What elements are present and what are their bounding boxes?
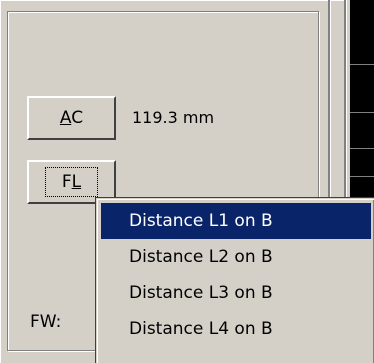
menu-item-distance-l1[interactable]: Distance L1 on B (101, 203, 371, 239)
strip-line (350, 176, 374, 177)
menu-item-distance-l2[interactable]: Distance L2 on B (101, 239, 371, 275)
fw-label: FW: (30, 312, 62, 332)
strip-line (350, 64, 374, 65)
fl-button-label: FL (44, 167, 99, 197)
strip-line (350, 148, 374, 149)
ac-button-label: AC (59, 108, 84, 128)
ac-value: 119.3 mm (132, 108, 215, 127)
strip-line (350, 112, 374, 113)
menu-item-distance-l4[interactable]: Distance L4 on B (101, 311, 371, 347)
ac-button[interactable]: AC (27, 96, 116, 140)
menu-item-distance-l3[interactable]: Distance L3 on B (101, 275, 371, 311)
distance-context-menu: Distance L1 on B Distance L2 on B Distan… (95, 197, 374, 363)
